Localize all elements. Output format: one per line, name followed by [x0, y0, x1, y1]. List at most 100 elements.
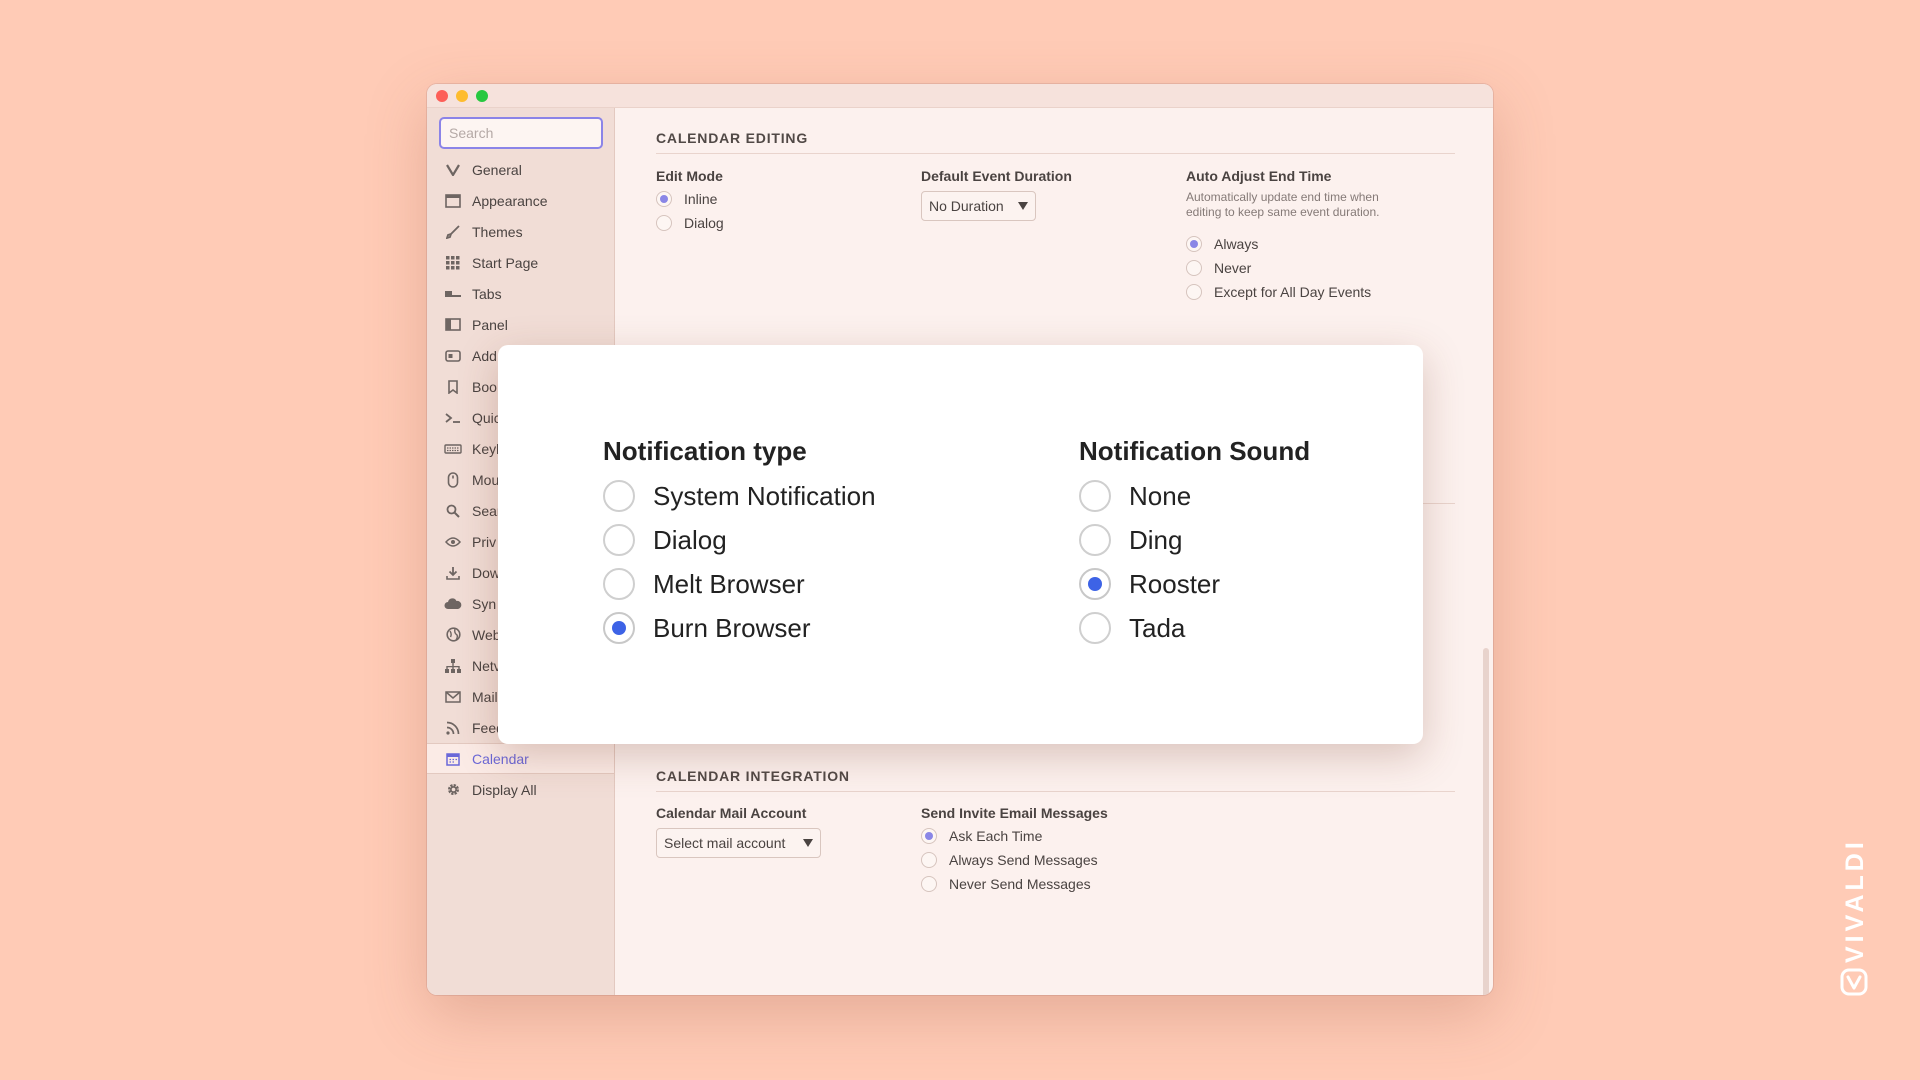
radio-button[interactable] — [921, 876, 937, 892]
globe-icon — [444, 627, 462, 643]
sidebar-item-start-page[interactable]: Start Page — [427, 247, 614, 278]
sidebar-item-label: Display All — [472, 781, 537, 798]
sidebar-item-label: Dow — [472, 564, 501, 581]
auto-adjust-never-option[interactable]: Never — [1186, 260, 1251, 276]
radio-button[interactable] — [1079, 524, 1111, 556]
send-invite-ask-option[interactable]: Ask Each Time — [921, 828, 1042, 844]
notification-settings-popup: Notification type System Notification Di… — [498, 345, 1423, 744]
calendar-icon — [444, 751, 462, 767]
radio-button[interactable] — [603, 524, 635, 556]
grid-icon — [444, 255, 462, 271]
notification-sound-heading: Notification Sound — [1079, 436, 1311, 466]
send-invite-always-option[interactable]: Always Send Messages — [921, 852, 1098, 868]
sidebar-item-label: Keyl — [472, 440, 500, 457]
sidebar-item-panel[interactable]: Panel — [427, 309, 614, 340]
sidebar-item-label: Tabs — [472, 285, 502, 302]
notification-sound-rooster-option[interactable]: Rooster — [1079, 568, 1220, 600]
sidebar-item-label: Netv — [472, 657, 501, 674]
notification-type-burn-browser-option[interactable]: Burn Browser — [603, 612, 811, 644]
notification-type-dialog-option[interactable]: Dialog — [603, 524, 727, 556]
notification-type-heading: Notification type — [603, 436, 807, 466]
notification-type-melt-browser-option[interactable]: Melt Browser — [603, 568, 805, 600]
radio-button[interactable] — [656, 215, 672, 231]
dropdown-arrow-icon — [1018, 202, 1028, 210]
option-label: Except for All Day Events — [1214, 284, 1372, 300]
sidebar-item-label: Mou — [472, 471, 500, 488]
option-label: None — [1129, 480, 1192, 511]
section-title-calendar-editing: CALENDAR EDITING — [656, 130, 809, 146]
radio-button[interactable] — [1079, 480, 1111, 512]
radio-button[interactable] — [1186, 284, 1202, 300]
option-label: Ask Each Time — [949, 828, 1043, 844]
sidebar-item-tabs[interactable]: Tabs — [427, 278, 614, 309]
radio-button[interactable] — [1186, 260, 1202, 276]
search-input[interactable]: Search — [439, 117, 603, 149]
edit-mode-label: Edit Mode — [656, 168, 723, 184]
calendar-mail-account-label: Calendar Mail Account — [656, 805, 807, 821]
auto-adjust-description: Automatically update end time when editi… — [1186, 190, 1380, 219]
bookmark-icon — [444, 379, 462, 395]
radio-button[interactable] — [656, 191, 672, 207]
radio-button[interactable] — [603, 480, 635, 512]
section-divider — [656, 153, 1455, 154]
option-label: Never Send Messages — [949, 876, 1091, 892]
sidebar-item-label: Panel — [472, 316, 508, 333]
auto-adjust-except-all-day-option[interactable]: Except for All Day Events — [1186, 284, 1371, 300]
option-label: Rooster — [1129, 568, 1221, 599]
radio-button[interactable] — [603, 612, 635, 644]
sidebar-item-calendar[interactable]: Calendar — [427, 743, 614, 774]
mouse-icon — [444, 471, 462, 488]
calendar-mail-account-select[interactable]: Select mail account — [656, 828, 821, 858]
vivaldi-v-icon — [444, 162, 462, 178]
radio-button[interactable] — [921, 828, 937, 844]
edit-mode-dialog-option[interactable]: Dialog — [656, 215, 724, 231]
content-scrollbar[interactable] — [1483, 648, 1489, 995]
option-label: Never — [1214, 260, 1252, 276]
eye-icon — [444, 534, 462, 550]
close-window-button[interactable] — [436, 90, 448, 102]
zoom-window-button[interactable] — [476, 90, 488, 102]
option-label: Burn Browser — [653, 612, 811, 643]
rss-icon — [444, 720, 462, 736]
option-label: Inline — [684, 191, 718, 207]
option-label: Always Send Messages — [949, 852, 1098, 868]
edit-mode-inline-option[interactable]: Inline — [656, 191, 717, 207]
option-label: Melt Browser — [653, 568, 805, 599]
keyboard-icon — [444, 441, 462, 457]
radio-button[interactable] — [1186, 236, 1202, 252]
option-label: System Notification — [653, 480, 876, 511]
option-label: Always — [1214, 236, 1259, 252]
send-invite-never-option[interactable]: Never Send Messages — [921, 876, 1091, 892]
radio-button[interactable] — [1079, 612, 1111, 644]
notification-type-system-option[interactable]: System Notification — [603, 480, 876, 512]
option-label: Tada — [1129, 612, 1186, 643]
radio-button[interactable] — [921, 852, 937, 868]
sidebar-item-themes[interactable]: Themes — [427, 216, 614, 247]
sidebar-item-appearance[interactable]: Appearance — [427, 185, 614, 216]
gear-icon — [444, 782, 462, 798]
dropdown-arrow-icon — [803, 839, 813, 847]
notification-sound-none-option[interactable]: None — [1079, 480, 1191, 512]
sidebar-item-display-all[interactable]: Display All — [427, 774, 614, 805]
auto-adjust-always-option[interactable]: Always — [1186, 236, 1258, 252]
option-label: Ding — [1129, 524, 1183, 555]
radio-button[interactable] — [603, 568, 635, 600]
sidebar-item-label: General — [472, 161, 522, 178]
minimize-window-button[interactable] — [456, 90, 468, 102]
option-label: Dialog — [653, 524, 727, 555]
panel-icon — [444, 317, 462, 333]
section-title-calendar-integration: CALENDAR INTEGRATION — [656, 768, 850, 784]
default-duration-label: Default Event Duration — [921, 168, 1072, 184]
notification-sound-ding-option[interactable]: Ding — [1079, 524, 1182, 556]
send-invite-label: Send Invite Email Messages — [921, 805, 1108, 821]
radio-button[interactable] — [1079, 568, 1111, 600]
notification-sound-tada-option[interactable]: Tada — [1079, 612, 1185, 644]
sidebar-item-general[interactable]: General — [427, 154, 614, 185]
sidebar-item-label: Priv — [472, 533, 497, 550]
mail-icon — [444, 689, 462, 705]
default-duration-select[interactable]: No Duration — [921, 191, 1036, 221]
quick-command-icon — [444, 410, 462, 426]
sidebar-item-label: Appearance — [472, 192, 548, 209]
select-value: Select mail account — [664, 835, 786, 851]
sidebar-item-label: Quic — [472, 409, 501, 426]
